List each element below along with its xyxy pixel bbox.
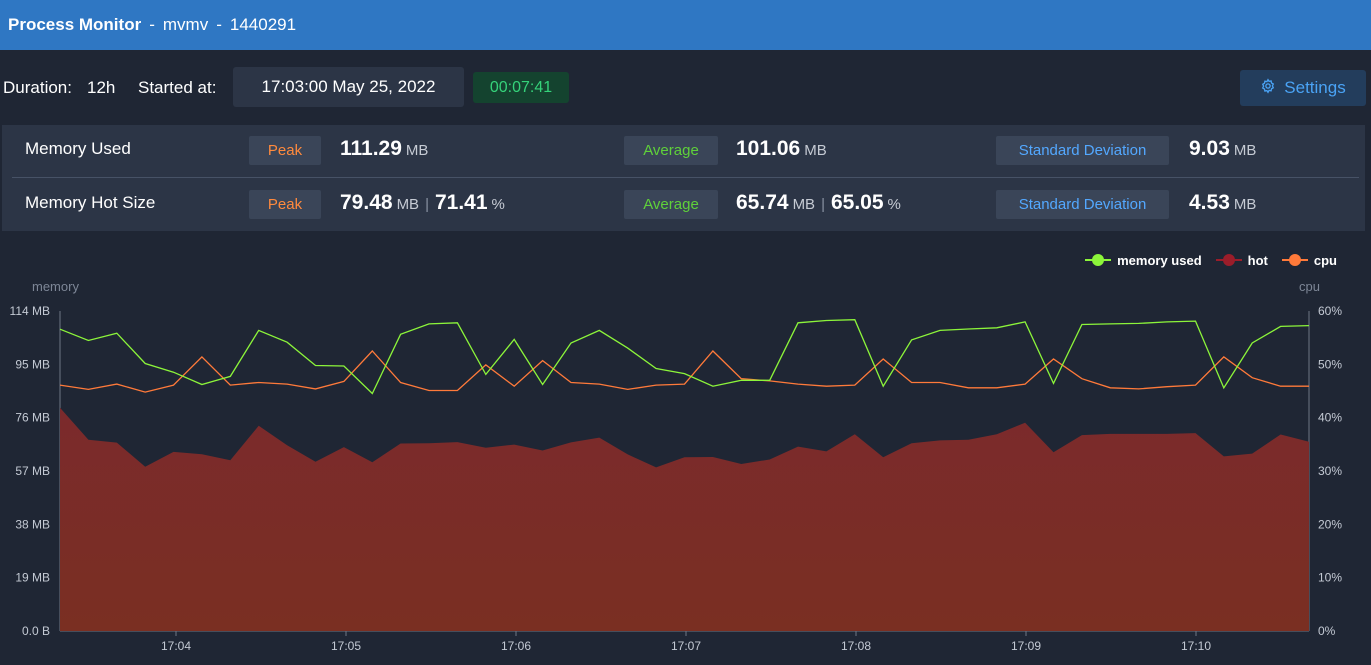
- x-tick-label: 17:08: [841, 639, 871, 653]
- unit: MB: [804, 142, 827, 159]
- y-left-tick-label: 19 MB: [15, 571, 50, 585]
- started-at-value: 17:03:00 May 25, 2022: [233, 67, 464, 107]
- y-left-tick-label: 114 MB: [10, 304, 50, 318]
- series-memory-used-line: [59, 319, 1310, 395]
- title-bar: Process Monitor - mvmv - 1440291: [0, 0, 1371, 50]
- value-separator: |: [425, 196, 429, 213]
- memory-hot-peak: 79.48 MB | 71.41%: [340, 191, 505, 215]
- std-dev-badge: Standard Deviation: [996, 136, 1169, 165]
- process-chart: memory cpu 114 MB 95 MB 76 MB 57 MB 38 MB 19 MB…: [10, 279, 1343, 653]
- legend-item-hot[interactable]: hot: [1215, 252, 1268, 268]
- legend-marker: [1281, 254, 1308, 266]
- info-row: Duration: 12h Started at: 17:03:00 May 2…: [0, 66, 1371, 110]
- x-tick-label: 17:04: [161, 639, 191, 653]
- legend-item-memory-used[interactable]: memory used: [1085, 253, 1202, 268]
- memory-used-label: Memory Used: [25, 139, 131, 158]
- y-axis-left-title: memory: [32, 279, 79, 294]
- series-hot-area: [60, 407, 1309, 631]
- process-monitor-window: Process Monitor - mvmv - 1440291 Duratio…: [0, 0, 1371, 665]
- unit: MB: [792, 196, 816, 213]
- peak-value: 79.48: [340, 191, 393, 214]
- unit: MB: [1233, 196, 1257, 213]
- gear-icon: [1260, 77, 1276, 99]
- legend-marker: [1215, 254, 1242, 266]
- x-tick-label: 17:07: [671, 639, 701, 653]
- y-axis-right-title: cpu: [1299, 279, 1320, 294]
- peak-badge: Peak: [249, 190, 321, 219]
- peak-percent: 71.41: [434, 191, 488, 214]
- duration-value: 12h: [87, 78, 116, 97]
- x-tick-label: 17:10: [1181, 639, 1211, 653]
- memory-hot-std-dev: 4.53 MB: [1189, 191, 1256, 215]
- memory-hot-label: Memory Hot Size: [25, 193, 156, 212]
- average-value: 101.06: [736, 137, 801, 160]
- chart-legend: memory used hot cpu: [1085, 251, 1337, 269]
- legend-item-cpu[interactable]: cpu: [1281, 252, 1337, 268]
- elapsed-timer: 00:07:41: [473, 72, 569, 103]
- legend-label: hot: [1247, 252, 1268, 268]
- memory-hot-average: 65.74 MB | 65.05%: [736, 191, 901, 215]
- process-user: mvmv: [162, 15, 209, 34]
- y-left-tick-label: 38 MB: [15, 517, 50, 531]
- peak-value: 111.29: [340, 137, 402, 160]
- settings-label: Settings: [1284, 78, 1346, 97]
- y-left-tick-label: 0.0 B: [22, 624, 50, 638]
- title-separator: -: [216, 15, 222, 34]
- average-badge: Average: [624, 136, 718, 165]
- memory-used-peak: 111.29 MB: [340, 137, 428, 161]
- std-dev-value: 9.03: [1189, 137, 1230, 160]
- average-value: 65.74: [736, 191, 789, 214]
- unit: %: [491, 196, 505, 213]
- y-right-tick-label: 60%: [1318, 304, 1342, 318]
- std-dev-badge: Standard Deviation: [996, 190, 1169, 219]
- unit: MB: [405, 142, 429, 159]
- started-label: Started at:: [138, 78, 217, 97]
- y-left-tick-label: 95 MB: [15, 357, 50, 371]
- x-tick-label: 17:06: [501, 639, 531, 653]
- duration-label: Duration:: [3, 78, 72, 97]
- legend-marker: [1085, 254, 1112, 266]
- peak-badge: Peak: [249, 136, 321, 165]
- y-right-tick-label: 20%: [1318, 517, 1342, 531]
- y-right-tick-label: 0%: [1318, 624, 1336, 638]
- y-left-tick-label: 76 MB: [15, 411, 50, 425]
- process-id: 1440291: [229, 15, 297, 34]
- title-separator: -: [149, 15, 155, 34]
- unit: MB: [396, 196, 420, 213]
- y-right-tick-label: 40%: [1318, 411, 1342, 425]
- average-percent: 65.05: [830, 191, 884, 214]
- memory-used-average: 101.06 MB: [736, 137, 827, 161]
- y-right-tick-label: 50%: [1318, 357, 1342, 371]
- average-badge: Average: [624, 190, 718, 219]
- stats-panel: Memory Used Peak 111.29 MB Average 101.06…: [2, 125, 1365, 231]
- settings-button[interactable]: Settings: [1240, 70, 1366, 106]
- memory-used-row: Memory Used Peak 111.29 MB Average 101.06…: [2, 125, 1365, 177]
- memory-used-std-dev: 9.03 MB: [1189, 137, 1256, 161]
- y-right-tick-label: 10%: [1318, 571, 1342, 585]
- legend-label: memory used: [1117, 252, 1202, 268]
- series-cpu-line: [59, 350, 1309, 393]
- unit: %: [887, 196, 901, 213]
- row-divider: [12, 177, 1359, 178]
- y-left-tick-label: 57 MB: [15, 464, 50, 478]
- x-tick-label: 17:09: [1011, 639, 1041, 653]
- x-tick-label: 17:05: [331, 639, 361, 653]
- std-dev-value: 4.53: [1189, 191, 1230, 214]
- unit: MB: [1233, 142, 1257, 159]
- app-title: Process Monitor: [8, 15, 142, 34]
- value-separator: |: [821, 196, 825, 213]
- memory-hot-row: Memory Hot Size Peak 79.48 MB | 71.41% Aver…: [2, 179, 1365, 231]
- y-right-tick-label: 30%: [1318, 464, 1342, 478]
- legend-label: cpu: [1313, 252, 1337, 268]
